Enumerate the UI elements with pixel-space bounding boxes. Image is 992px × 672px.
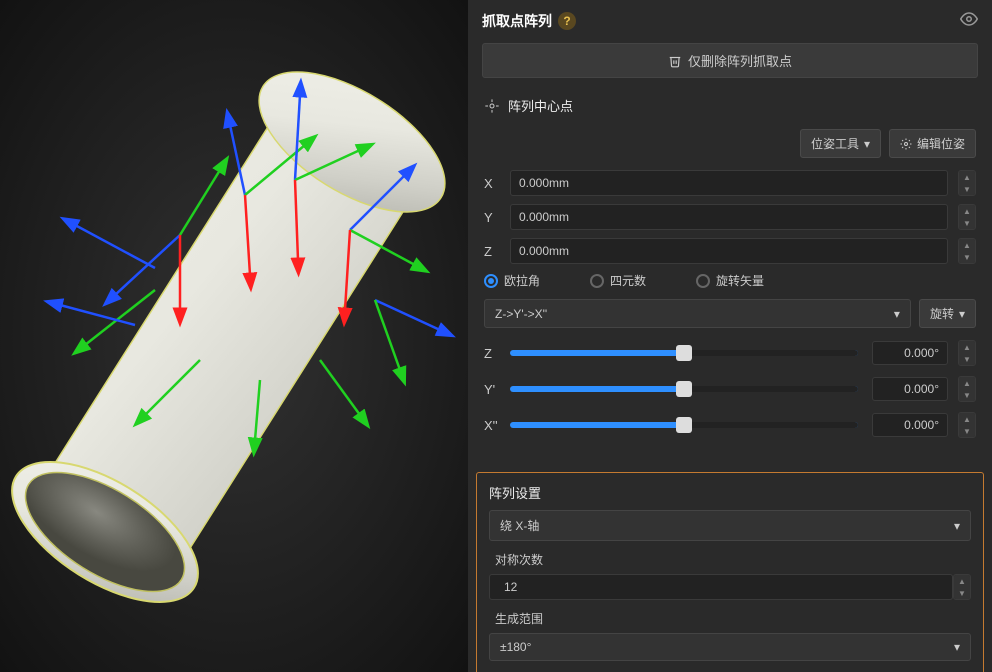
spinner-down-icon[interactable]: ▼: [959, 251, 975, 263]
x-rot-spinner[interactable]: ▲▼: [958, 412, 976, 438]
properties-panel: 抓取点阵列 ? 仅删除阵列抓取点 阵列中心点 位姿工具 ▾: [468, 0, 992, 672]
edit-pose-button[interactable]: 编辑位姿: [889, 129, 976, 158]
spinner-down-icon[interactable]: ▼: [959, 217, 975, 229]
z-slider[interactable]: [510, 350, 858, 356]
z-rot-label: Z: [484, 346, 500, 361]
y-rot-spinner[interactable]: ▲▼: [958, 376, 976, 402]
y-input[interactable]: [510, 204, 948, 230]
z-spinner[interactable]: ▲ ▼: [958, 238, 976, 264]
euler-order-select[interactable]: Z->Y'->X'' ▾: [484, 299, 911, 328]
y-rot-value[interactable]: [872, 377, 948, 401]
range-label: 生成范围: [495, 610, 971, 627]
3d-viewport[interactable]: [0, 0, 468, 672]
chevron-down-icon: ▾: [894, 307, 900, 321]
center-section-header: 阵列中心点: [468, 88, 992, 123]
slider-thumb[interactable]: [676, 381, 692, 397]
radio-rotation-vector[interactable]: 旋转矢量: [696, 272, 764, 289]
y-spinner[interactable]: ▲ ▼: [958, 204, 976, 230]
spinner-down-icon[interactable]: ▼: [959, 183, 975, 195]
x-input[interactable]: [510, 170, 948, 196]
visibility-icon[interactable]: [960, 10, 978, 31]
y-rot-label: Y': [484, 382, 500, 397]
x-spinner[interactable]: ▲ ▼: [958, 170, 976, 196]
range-select[interactable]: ±180° ▾: [489, 633, 971, 661]
chevron-down-icon: ▾: [954, 640, 960, 654]
spinner-up-icon[interactable]: ▲: [959, 171, 975, 183]
z-rot-value[interactable]: [872, 341, 948, 365]
radio-icon: [590, 274, 604, 288]
radio-quaternion[interactable]: 四元数: [590, 272, 646, 289]
axis-select[interactable]: 绕 X-轴 ▾: [489, 510, 971, 541]
slider-thumb[interactable]: [676, 417, 692, 433]
y-slider[interactable]: [510, 386, 858, 392]
x-rot-label: X'': [484, 418, 500, 433]
radio-icon: [484, 274, 498, 288]
chevron-down-icon: ▾: [959, 307, 965, 321]
symmetry-input[interactable]: [489, 574, 953, 600]
center-icon: [484, 98, 500, 114]
chevron-down-icon: ▾: [864, 137, 870, 151]
z-label: Z: [484, 244, 500, 259]
spinner-up-icon[interactable]: ▲: [959, 205, 975, 217]
delete-label: 仅删除阵列抓取点: [688, 51, 792, 70]
rotate-button[interactable]: 旋转 ▾: [919, 299, 976, 328]
cylinder-scene: [0, 0, 468, 672]
array-settings-section: 阵列设置 绕 X-轴 ▾ 对称次数 ▲▼ 生成范围 ±180° ▾ 角度间隔：3…: [476, 472, 984, 672]
x-label: X: [484, 176, 500, 191]
y-label: Y: [484, 210, 500, 225]
z-input[interactable]: [510, 238, 948, 264]
delete-array-points-button[interactable]: 仅删除阵列抓取点: [482, 43, 978, 78]
gear-icon: [900, 138, 912, 150]
x-rot-value[interactable]: [872, 413, 948, 437]
array-settings-title: 阵列设置: [489, 483, 971, 502]
symmetry-label: 对称次数: [495, 551, 971, 568]
panel-title: 抓取点阵列: [482, 11, 552, 31]
symmetry-spinner[interactable]: ▲▼: [953, 574, 971, 600]
radio-euler[interactable]: 欧拉角: [484, 272, 540, 289]
x-slider[interactable]: [510, 422, 858, 428]
chevron-down-icon: ▾: [954, 519, 960, 533]
slider-thumb[interactable]: [676, 345, 692, 361]
pose-tool-button[interactable]: 位姿工具 ▾: [800, 129, 881, 158]
center-label: 阵列中心点: [508, 96, 573, 115]
z-rot-spinner[interactable]: ▲▼: [958, 340, 976, 366]
trash-icon: [668, 54, 682, 68]
panel-header: 抓取点阵列 ?: [468, 0, 992, 39]
help-icon[interactable]: ?: [558, 12, 576, 30]
radio-icon: [696, 274, 710, 288]
spinner-up-icon[interactable]: ▲: [959, 239, 975, 251]
